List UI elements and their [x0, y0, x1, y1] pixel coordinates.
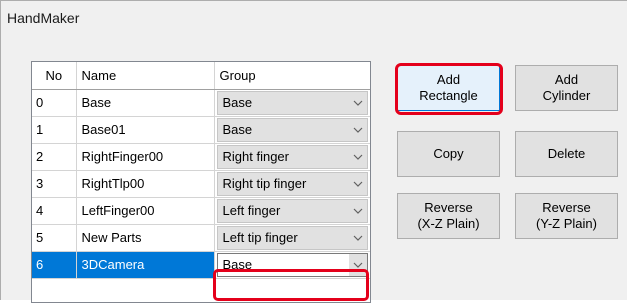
row-number[interactable]: 5	[32, 224, 77, 252]
part-name-cell[interactable]: Base	[76, 89, 215, 117]
column-header-name[interactable]: Name	[76, 62, 215, 90]
chevron-down-icon[interactable]	[348, 199, 367, 222]
column-header-group[interactable]: Group	[214, 62, 370, 90]
window-title: HandMaker	[7, 10, 80, 26]
reverse-xz-button[interactable]: Reverse (X-Z Plain)	[397, 193, 500, 239]
copy-button[interactable]: Copy	[397, 131, 500, 177]
part-name-cell[interactable]: RightFinger00	[76, 143, 215, 171]
group-dropdown[interactable]: Left finger	[216, 198, 368, 223]
chevron-down-icon[interactable]	[348, 172, 367, 195]
group-dropdown-value: Right finger	[222, 149, 289, 164]
chevron-down-icon[interactable]	[348, 253, 367, 276]
chevron-down-icon[interactable]	[348, 226, 367, 249]
row-number[interactable]: 4	[32, 197, 77, 225]
group-dropdown-value: Base	[222, 257, 253, 272]
group-dropdown-value: Left finger	[222, 203, 281, 218]
group-dropdown[interactable]: Base	[216, 90, 368, 115]
table-row[interactable]: 5 New Parts Left tip finger	[32, 224, 370, 252]
group-dropdown[interactable]: Left tip finger	[216, 225, 368, 250]
row-number[interactable]: 1	[32, 116, 77, 144]
row-number[interactable]: 0	[32, 89, 77, 117]
parts-grid[interactable]: No Name Group 0 Base Base 1 Base01 Base 2 Right…	[31, 61, 371, 303]
group-cell: Base	[214, 89, 370, 117]
add-cylinder-button[interactable]: Add Cylinder	[515, 65, 618, 111]
table-row[interactable]: 6 3DCamera Base	[32, 251, 370, 279]
parts-table: No Name Group 0 Base Base 1 Base01 Base 2 Right…	[32, 62, 370, 279]
group-dropdown[interactable]: Base	[216, 117, 368, 142]
reverse-yz-button[interactable]: Reverse (Y-Z Plain)	[515, 193, 618, 239]
group-dropdown-value: Base	[222, 95, 253, 110]
group-dropdown-value: Left tip finger	[222, 230, 298, 245]
chevron-down-icon[interactable]	[348, 118, 367, 141]
part-name-cell[interactable]: New Parts	[76, 224, 215, 252]
table-row[interactable]: 3 RightTlp00 Right tip finger	[32, 170, 370, 198]
group-dropdown-value: Base	[222, 122, 253, 137]
group-cell: Base	[214, 116, 370, 144]
delete-button[interactable]: Delete	[515, 131, 618, 177]
row-number[interactable]: 6	[32, 251, 77, 279]
row-number[interactable]: 2	[32, 143, 77, 171]
add-rectangle-button[interactable]: Add Rectangle	[397, 65, 500, 111]
handmaker-window: HandMaker No Name Group 0 Base Base 1 Base01…	[0, 0, 627, 303]
group-cell: Left finger	[214, 197, 370, 225]
chevron-down-icon[interactable]	[348, 145, 367, 168]
part-name-cell[interactable]: RightTlp00	[76, 170, 215, 198]
group-cell: Base	[214, 251, 370, 279]
table-row[interactable]: 2 RightFinger00 Right finger	[32, 143, 370, 171]
chevron-down-icon[interactable]	[348, 91, 367, 114]
header-row: No Name Group	[32, 62, 370, 90]
part-name-cell[interactable]: 3DCamera	[76, 251, 215, 279]
group-cell: Right finger	[214, 143, 370, 171]
group-cell: Left tip finger	[214, 224, 370, 252]
table-row[interactable]: 4 LeftFinger00 Left finger	[32, 197, 370, 225]
group-cell: Right tip finger	[214, 170, 370, 198]
table-row[interactable]: 1 Base01 Base	[32, 116, 370, 144]
part-name-cell[interactable]: Base01	[76, 116, 215, 144]
part-name-cell[interactable]: LeftFinger00	[76, 197, 215, 225]
group-dropdown[interactable]: Right finger	[216, 144, 368, 169]
table-row[interactable]: 0 Base Base	[32, 89, 370, 117]
group-dropdown[interactable]: Right tip finger	[216, 171, 368, 196]
column-header-no[interactable]: No	[32, 62, 77, 90]
group-dropdown-value: Right tip finger	[222, 176, 307, 191]
row-number[interactable]: 3	[32, 170, 77, 198]
group-dropdown[interactable]: Base	[216, 252, 368, 277]
